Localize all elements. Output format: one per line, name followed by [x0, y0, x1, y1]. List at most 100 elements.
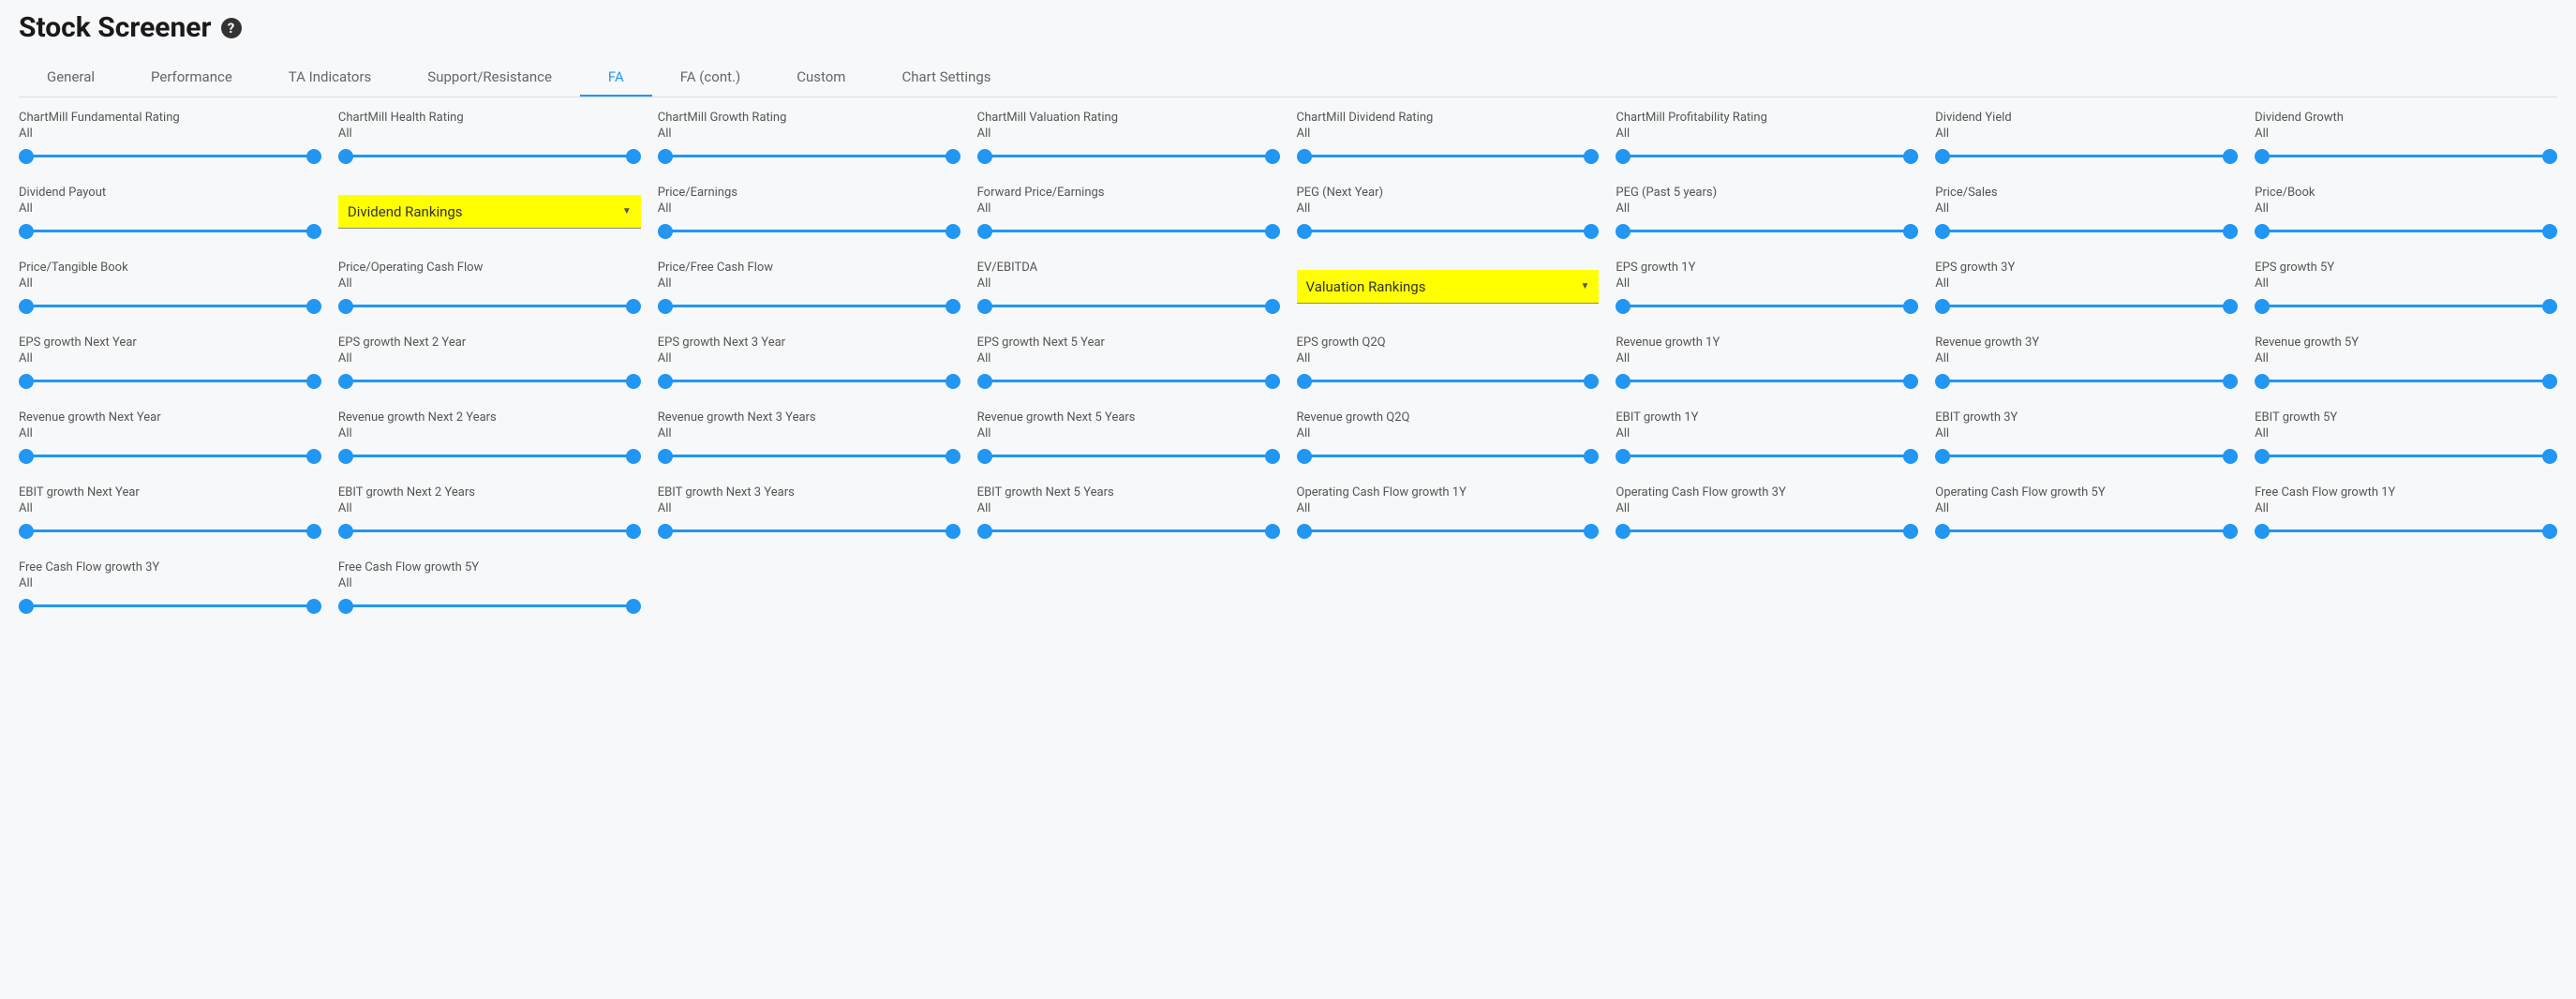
range-slider[interactable]: [977, 448, 1280, 465]
range-slider[interactable]: [338, 448, 641, 465]
slider-handle-min[interactable]: [1935, 524, 1950, 539]
slider-handle-max[interactable]: [306, 449, 321, 464]
tab-fa[interactable]: FA: [580, 59, 652, 97]
range-slider[interactable]: [19, 373, 321, 390]
slider-handle-min[interactable]: [2255, 149, 2270, 164]
slider-handle-max[interactable]: [1584, 524, 1599, 539]
range-slider[interactable]: [1297, 523, 1600, 540]
slider-handle-min[interactable]: [977, 149, 992, 164]
range-slider[interactable]: [19, 598, 321, 615]
slider-handle-min[interactable]: [1297, 449, 1312, 464]
slider-handle-min[interactable]: [338, 374, 353, 389]
slider-handle-max[interactable]: [1903, 224, 1918, 239]
slider-handle-max[interactable]: [2223, 374, 2238, 389]
range-slider[interactable]: [977, 223, 1280, 240]
range-slider[interactable]: [1297, 223, 1600, 240]
slider-handle-min[interactable]: [19, 524, 34, 539]
slider-handle-min[interactable]: [977, 524, 992, 539]
slider-handle-max[interactable]: [626, 524, 641, 539]
slider-handle-max[interactable]: [306, 149, 321, 164]
range-slider[interactable]: [2255, 448, 2557, 465]
slider-handle-max[interactable]: [1265, 524, 1280, 539]
slider-handle-max[interactable]: [2223, 524, 2238, 539]
slider-handle-min[interactable]: [658, 449, 673, 464]
tab-custom[interactable]: Custom: [768, 59, 873, 97]
slider-handle-min[interactable]: [19, 374, 34, 389]
slider-handle-min[interactable]: [2255, 449, 2270, 464]
range-slider[interactable]: [1297, 373, 1600, 390]
slider-handle-min[interactable]: [658, 374, 673, 389]
range-slider[interactable]: [2255, 373, 2557, 390]
slider-handle-min[interactable]: [338, 149, 353, 164]
range-slider[interactable]: [19, 523, 321, 540]
slider-handle-max[interactable]: [2542, 374, 2557, 389]
range-slider[interactable]: [338, 298, 641, 315]
slider-handle-max[interactable]: [1584, 449, 1599, 464]
slider-handle-min[interactable]: [658, 224, 673, 239]
slider-handle-max[interactable]: [2542, 299, 2557, 314]
range-slider[interactable]: [1616, 298, 1918, 315]
range-slider[interactable]: [1935, 298, 2238, 315]
help-icon[interactable]: ?: [221, 18, 242, 38]
slider-handle-max[interactable]: [306, 524, 321, 539]
dropdown-dividend-rankings[interactable]: Dividend Rankings▼: [338, 195, 641, 229]
range-slider[interactable]: [1297, 448, 1600, 465]
range-slider[interactable]: [658, 373, 960, 390]
slider-handle-min[interactable]: [1616, 224, 1630, 239]
slider-handle-min[interactable]: [1616, 449, 1630, 464]
slider-handle-min[interactable]: [2255, 299, 2270, 314]
range-slider[interactable]: [658, 448, 960, 465]
slider-handle-max[interactable]: [2223, 299, 2238, 314]
slider-handle-max[interactable]: [1265, 374, 1280, 389]
slider-handle-max[interactable]: [626, 149, 641, 164]
slider-handle-min[interactable]: [1297, 374, 1312, 389]
range-slider[interactable]: [1297, 148, 1600, 165]
tab-fa-cont[interactable]: FA (cont.): [652, 59, 768, 97]
slider-handle-min[interactable]: [977, 299, 992, 314]
slider-handle-min[interactable]: [2255, 374, 2270, 389]
range-slider[interactable]: [977, 148, 1280, 165]
slider-handle-max[interactable]: [2223, 224, 2238, 239]
slider-handle-min[interactable]: [1935, 224, 1950, 239]
tab-ta-indicators[interactable]: TA Indicators: [261, 59, 400, 97]
slider-handle-max[interactable]: [306, 599, 321, 614]
slider-handle-min[interactable]: [1935, 149, 1950, 164]
range-slider[interactable]: [2255, 223, 2557, 240]
slider-handle-max[interactable]: [946, 299, 960, 314]
range-slider[interactable]: [658, 148, 960, 165]
range-slider[interactable]: [19, 448, 321, 465]
slider-handle-max[interactable]: [626, 449, 641, 464]
slider-handle-max[interactable]: [1903, 374, 1918, 389]
slider-handle-max[interactable]: [946, 524, 960, 539]
range-slider[interactable]: [977, 523, 1280, 540]
slider-handle-max[interactable]: [306, 374, 321, 389]
range-slider[interactable]: [1616, 448, 1918, 465]
slider-handle-min[interactable]: [1297, 524, 1312, 539]
range-slider[interactable]: [19, 223, 321, 240]
range-slider[interactable]: [19, 148, 321, 165]
slider-handle-max[interactable]: [1903, 299, 1918, 314]
range-slider[interactable]: [977, 373, 1280, 390]
slider-handle-min[interactable]: [977, 449, 992, 464]
range-slider[interactable]: [2255, 298, 2557, 315]
slider-handle-max[interactable]: [1265, 449, 1280, 464]
slider-handle-max[interactable]: [626, 299, 641, 314]
slider-handle-min[interactable]: [19, 449, 34, 464]
range-slider[interactable]: [1616, 373, 1918, 390]
slider-handle-max[interactable]: [306, 224, 321, 239]
slider-handle-max[interactable]: [946, 449, 960, 464]
slider-handle-min[interactable]: [977, 224, 992, 239]
tab-general[interactable]: General: [19, 59, 123, 97]
slider-handle-min[interactable]: [1616, 299, 1630, 314]
dropdown-valuation-rankings[interactable]: Valuation Rankings▼: [1297, 270, 1600, 304]
range-slider[interactable]: [1935, 148, 2238, 165]
range-slider[interactable]: [977, 298, 1280, 315]
slider-handle-max[interactable]: [946, 224, 960, 239]
slider-handle-min[interactable]: [1935, 299, 1950, 314]
slider-handle-min[interactable]: [19, 224, 34, 239]
slider-handle-min[interactable]: [1297, 149, 1312, 164]
slider-handle-min[interactable]: [1616, 524, 1630, 539]
slider-handle-max[interactable]: [306, 299, 321, 314]
slider-handle-min[interactable]: [1935, 449, 1950, 464]
slider-handle-min[interactable]: [1616, 149, 1630, 164]
